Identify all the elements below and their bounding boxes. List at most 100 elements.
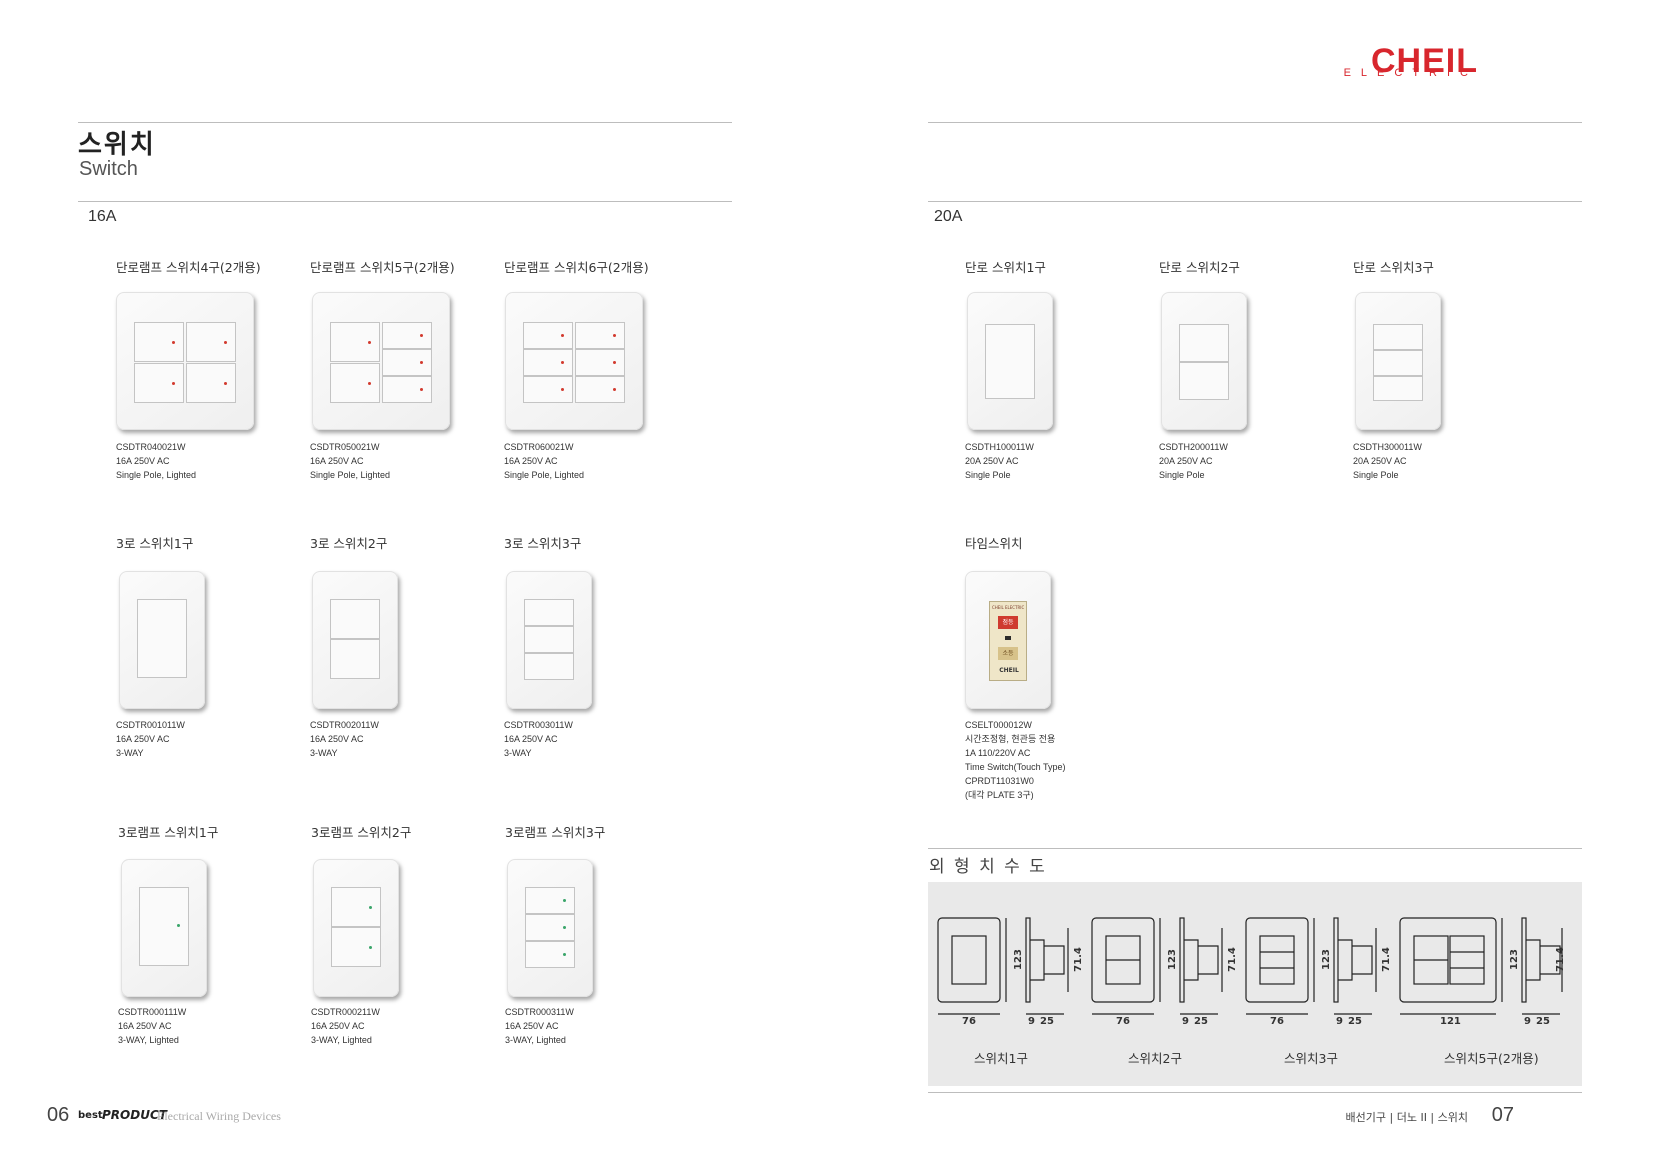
product-rating: 16A 250V AC xyxy=(505,1021,559,1031)
footer-brand-best: best xyxy=(78,1110,103,1121)
product-specs: CSDTH300011W 20A 250V AC Single Pole xyxy=(1353,440,1422,482)
product-specs: CSDTR002011W 16A 250V AC 3-WAY xyxy=(310,718,379,760)
page-subtitle: Switch xyxy=(79,158,138,180)
lamp-indicator-icon xyxy=(563,899,566,902)
product-name: 단로 스위치3구 xyxy=(1353,260,1434,275)
product-type: Single Pole xyxy=(1159,470,1205,480)
product-specs: CSDTR003011W 16A 250V AC 3-WAY xyxy=(504,718,573,760)
switch-key xyxy=(330,599,380,639)
switch-key xyxy=(1179,362,1229,400)
dim-height-2: 123 xyxy=(1166,949,1178,970)
product-name: 단로램프 스위치6구(2개용) xyxy=(504,260,649,275)
switch-key xyxy=(1179,324,1229,362)
dim-width-3: 76 xyxy=(1270,1016,1284,1027)
lamp-indicator-icon xyxy=(561,388,564,391)
product-type: 3-WAY xyxy=(504,748,532,758)
product-name: 3로램프 스위치2구 xyxy=(311,825,412,840)
product-code: CSDTR000111W xyxy=(118,1007,187,1017)
switch-plate-1gang xyxy=(119,571,205,709)
product-specs: CSDTR060021W 16A 250V AC Single Pole, Li… xyxy=(504,440,584,482)
product-name: 3로 스위치1구 xyxy=(116,536,194,551)
switch-key xyxy=(134,322,184,362)
product-code: CSDTR001011W xyxy=(116,720,185,730)
product-plate-note: (대각 PLATE 3구) xyxy=(965,790,1034,800)
dim-d1-1: 9 xyxy=(1028,1016,1035,1027)
product-type: 3-WAY, Lighted xyxy=(118,1035,179,1045)
lamp-indicator-icon xyxy=(172,382,175,385)
switch-key xyxy=(525,914,575,941)
lamp-indicator-icon xyxy=(613,388,616,391)
switch-plate-5gang xyxy=(312,292,450,430)
dim-inner-2: 71.4 xyxy=(1226,947,1238,972)
product-specs: CSELT000012W 시간조정형, 현관등 전용 1A 110/220V A… xyxy=(965,718,1066,802)
lamp-indicator-icon xyxy=(561,334,564,337)
switch-key xyxy=(330,363,380,403)
switch-key xyxy=(1373,376,1423,401)
product-specs: CSDTR050021W 16A 250V AC Single Pole, Li… xyxy=(310,440,390,482)
lamp-indicator-icon xyxy=(420,388,423,391)
product-type: 3-WAY xyxy=(310,748,338,758)
product-code: CSELT000012W xyxy=(965,720,1032,730)
product-specs: CSDTR000311W 16A 250V AC 3-WAY, Lighted xyxy=(505,1005,574,1047)
product-type: Single Pole, Lighted xyxy=(116,470,197,480)
product-name: 단로램프 스위치5구(2개용) xyxy=(310,260,455,275)
product-code: CSDTR003011W xyxy=(504,720,573,730)
dim-width-1: 76 xyxy=(962,1016,976,1027)
product-code: CSDTR050021W xyxy=(310,442,380,452)
switch-plate-1gang-lighted xyxy=(121,859,207,997)
product-code: CSDTH200011W xyxy=(1159,442,1228,452)
lamp-indicator-icon xyxy=(368,382,371,385)
product-rating: 16A 250V AC xyxy=(310,734,364,744)
divider xyxy=(928,1092,1582,1093)
divider xyxy=(928,201,1582,202)
lamp-indicator-icon xyxy=(369,946,372,949)
switch-plate-3gang xyxy=(506,571,592,709)
product-rating: 16A 250V AC xyxy=(504,456,558,466)
lamp-indicator-icon xyxy=(563,926,566,929)
time-switch-face: CHEIL ELECTRIC 점등 소등 CHEIL xyxy=(989,601,1027,681)
product-name: 3로램프 스위치3구 xyxy=(505,825,606,840)
product-code: CSDTR060021W xyxy=(504,442,574,452)
product-rating: 16A 250V AC xyxy=(118,1021,172,1031)
product-type: Single Pole xyxy=(965,470,1011,480)
dim-caption-4: 스위치5구(2개용) xyxy=(1444,1051,1539,1066)
product-type: 3-WAY, Lighted xyxy=(311,1035,372,1045)
switch-key xyxy=(523,322,573,349)
switch-key xyxy=(985,324,1035,399)
product-rating: 20A 250V AC xyxy=(1159,456,1213,466)
switch-key xyxy=(330,322,380,362)
product-code: CSDTR040021W xyxy=(116,442,186,452)
product-type: Time Switch(Touch Type) xyxy=(965,762,1066,772)
product-rating: 16A 250V AC xyxy=(310,456,364,466)
switch-key xyxy=(523,349,573,376)
product-note: 시간조정형, 현관등 전용 xyxy=(965,734,1056,744)
switch-key xyxy=(524,653,574,680)
switch-key xyxy=(575,349,625,376)
switch-key xyxy=(523,376,573,403)
dim-inner-4: 71.4 xyxy=(1554,947,1566,972)
switch-key xyxy=(186,322,236,362)
time-switch-top-label: CHEIL ELECTRIC xyxy=(992,605,1024,610)
dim-caption-3: 스위치3구 xyxy=(1284,1051,1338,1066)
lamp-indicator-icon xyxy=(368,341,371,344)
product-type: Single Pole xyxy=(1353,470,1399,480)
time-switch-plate: CHEIL ELECTRIC 점등 소등 CHEIL xyxy=(965,571,1051,709)
dimension-drawing-panel: 76 123 71.4 9 25 76 123 71.4 9 25 76 123… xyxy=(928,882,1582,1086)
dim-height-4: 123 xyxy=(1508,949,1520,970)
product-code: CSDTH100011W xyxy=(965,442,1034,452)
dim-d2-4: 25 xyxy=(1536,1016,1550,1027)
switch-key xyxy=(382,349,432,376)
switch-key xyxy=(331,887,381,927)
time-switch-indicator-icon xyxy=(1005,636,1011,640)
dim-d2-2: 25 xyxy=(1194,1016,1208,1027)
switch-key xyxy=(575,322,625,349)
product-name: 3로램프 스위치1구 xyxy=(118,825,219,840)
product-specs: CSDTR000111W 16A 250V AC 3-WAY, Lighted xyxy=(118,1005,186,1047)
lamp-indicator-icon xyxy=(563,953,566,956)
footer-breadcrumb: 배선기구 | 더노 II | 스위치 xyxy=(1345,1111,1468,1124)
switch-plate-2gang-20a xyxy=(1161,292,1247,430)
switch-key xyxy=(186,363,236,403)
lamp-indicator-icon xyxy=(613,361,616,364)
switch-plate-3gang-20a xyxy=(1355,292,1441,430)
product-rating: 20A 250V AC xyxy=(965,456,1019,466)
